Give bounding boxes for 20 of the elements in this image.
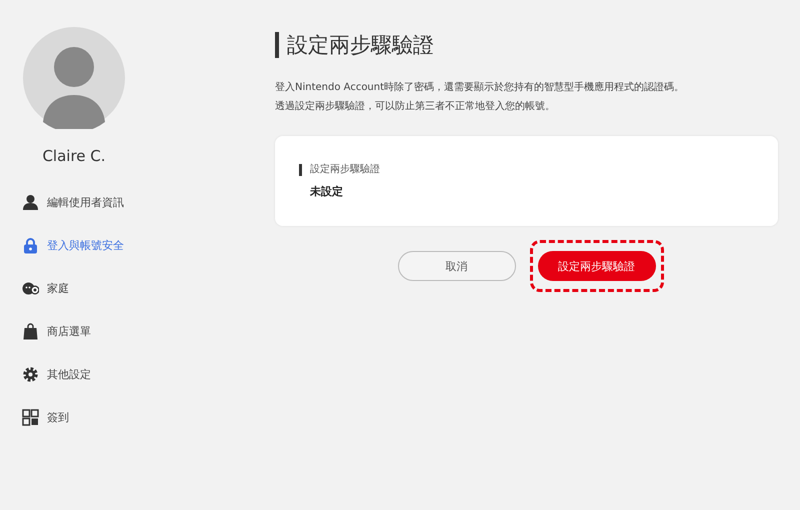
setting-label: 設定兩步驟驗證 (299, 164, 754, 176)
faces-icon (22, 280, 39, 296)
sidebar-item[interactable]: 其他設定 (22, 363, 255, 385)
person-icon (22, 194, 39, 210)
settings-icon (22, 366, 39, 382)
sidebar-item[interactable]: 商店選單 (22, 320, 255, 342)
page-title: 設定兩步驟驗證 (275, 32, 778, 58)
cancel-button[interactable]: 取消 (398, 251, 516, 281)
sidebar-item[interactable]: 登入與帳號安全 (22, 234, 255, 256)
lock-icon (22, 236, 39, 254)
sidebar-item[interactable]: 家庭 (22, 277, 255, 299)
sidebar-item[interactable]: 編輯使用者資訊 (22, 191, 255, 213)
sidebar-item[interactable]: 簽到 (22, 406, 255, 428)
bag-icon (22, 322, 39, 340)
user-name: Claire C. (42, 147, 106, 165)
setting-value: 未設定 (309, 184, 344, 199)
qr-code-icon (22, 408, 39, 426)
confirm-button[interactable]: 設定兩步驟驗證 (538, 251, 656, 281)
description-text: 透過設定兩步驟驗證，可以防止第三者不正常地登入您的帳號。 (275, 100, 556, 113)
description-text: 登入Nintendo Account時除了密碼，還需要顯示於您持有的智慧型手機應用程式的認證碼。 (275, 80, 686, 94)
